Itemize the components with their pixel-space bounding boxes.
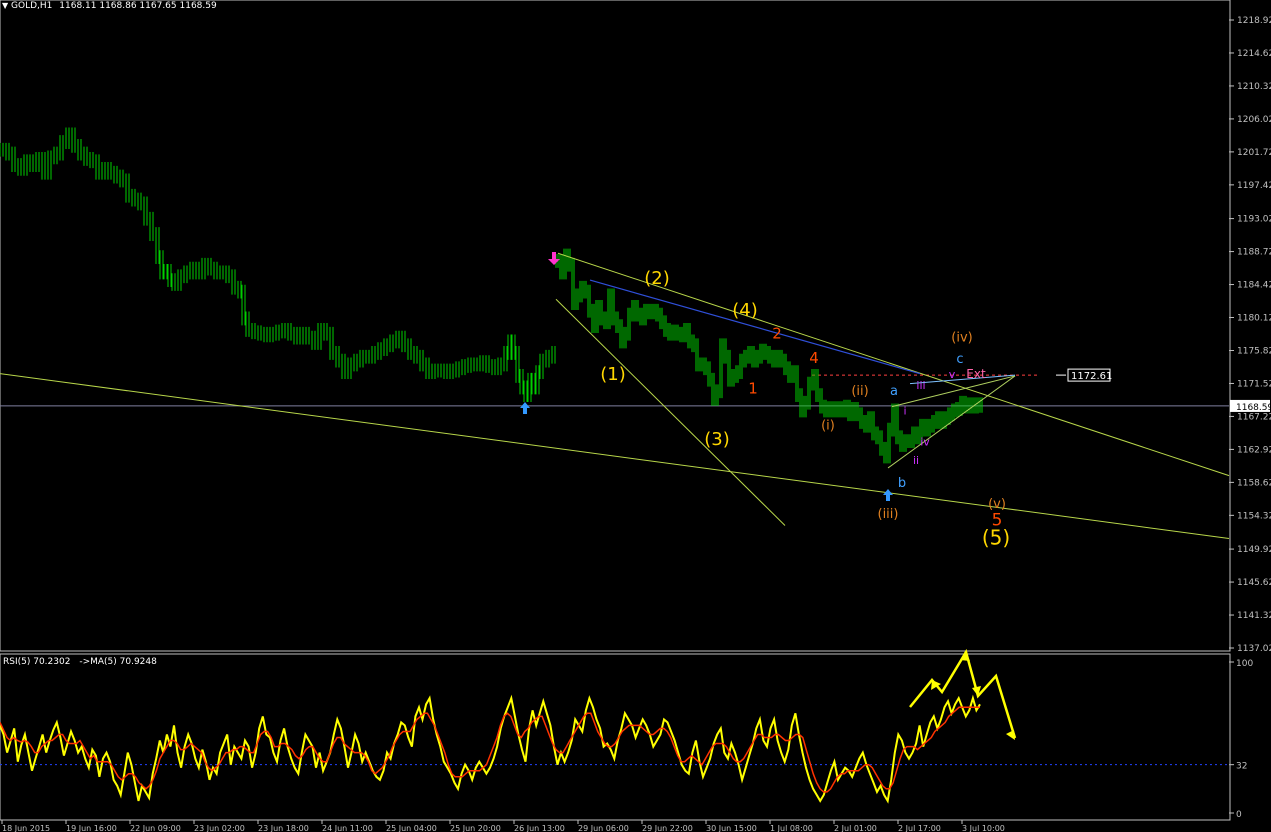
time-axis-label: 19 Jun 16:00 xyxy=(66,824,117,832)
wave-label: 2 xyxy=(772,324,782,342)
projection-arrows xyxy=(909,648,1017,739)
price-tick-label: 1141.32 xyxy=(1237,611,1271,621)
wave-label: 1 xyxy=(748,380,758,398)
up-arrow-icon xyxy=(883,489,893,501)
price-tick-label: 1162.92 xyxy=(1237,445,1271,455)
chart-window: 1218.92 1214.62 1210.32 1206.02 1201.72 1197.… xyxy=(0,0,1271,832)
arrow-head-icon xyxy=(1006,730,1015,740)
time-axis-label: 25 Jun 04:00 xyxy=(386,824,437,832)
rsi-series-1 xyxy=(0,706,980,793)
rsi-ma-label: ->MA(5) 70.9248 xyxy=(79,657,157,667)
time-axis-label: 30 Jun 15:00 xyxy=(706,824,757,832)
wave-label: a xyxy=(890,384,898,399)
price-tick-label: 1188.72 xyxy=(1237,248,1271,258)
price-tick-label: 1214.62 xyxy=(1237,49,1271,59)
price-tick-label: 1158.62 xyxy=(1237,478,1271,488)
current-price-label: 1168.59 xyxy=(1236,403,1271,413)
price-panel-border xyxy=(0,0,1231,652)
long-trendline xyxy=(0,373,1230,539)
time-axis-label: 26 Jun 13:00 xyxy=(514,824,565,832)
price-tick-label: 1210.32 xyxy=(1237,82,1271,92)
time-axis-label: 29 Jun 06:00 xyxy=(578,824,629,832)
time-axis-label: 3 Jul 10:00 xyxy=(962,824,1005,832)
wave-label: i xyxy=(903,404,906,417)
price-tick-label: 1197.42 xyxy=(1237,181,1271,191)
time-axis-label: 25 Jun 20:00 xyxy=(450,824,501,832)
symbol-label: GOLD,H1 xyxy=(11,1,53,11)
price-tick-label: 1167.22 xyxy=(1237,412,1271,422)
price-tick-label: 1171.52 xyxy=(1237,379,1271,389)
rsi-label: RSI(5) 70.2302 xyxy=(3,657,71,667)
wave-label: iii xyxy=(916,379,925,392)
blue-channel-line xyxy=(589,279,921,375)
time-axis-label: 24 Jun 11:00 xyxy=(322,824,373,832)
wave-label: 4 xyxy=(809,349,819,367)
price-tick-label: 1175.82 xyxy=(1237,346,1271,356)
wave-label: Ext xyxy=(966,367,986,381)
rsi-tick-label: 0 xyxy=(1236,810,1242,820)
price-tick-label: 1149.92 xyxy=(1237,545,1271,555)
wave-label: b xyxy=(898,476,906,491)
time-axis-label: 2 Jul 01:00 xyxy=(834,824,877,832)
chart-canvas: 1218.92 1214.62 1210.32 1206.02 1201.72 1197.… xyxy=(0,0,1271,832)
wave-label: (1) xyxy=(600,364,626,385)
price-tick-label: 1184.42 xyxy=(1237,281,1271,291)
wave-label: (iii) xyxy=(878,507,899,522)
time-axis-label: 23 Jun 18:00 xyxy=(258,824,309,832)
triangle-lower-line xyxy=(887,375,1016,469)
time-axis-label: 22 Jun 09:00 xyxy=(130,824,181,832)
price-tick-label: 1193.02 xyxy=(1237,215,1271,225)
dropdown-triangle-icon[interactable]: ▼ xyxy=(2,1,8,10)
rsi-tick-label: 100 xyxy=(1236,659,1253,669)
symbol-header: ▼ GOLD,H1 1168.11 1168.86 1167.65 1168.5… xyxy=(2,1,217,11)
time-axis-label: 2 Jul 17:00 xyxy=(898,824,941,832)
price-tick-label: 1137.02 xyxy=(1237,644,1271,654)
wave-label: iv xyxy=(920,436,930,449)
wave-label: (v) xyxy=(988,497,1006,512)
price-tick-label: 1154.32 xyxy=(1237,511,1271,521)
price-tick-label: 1180.12 xyxy=(1237,314,1271,324)
wave-label: (3) xyxy=(704,429,730,450)
wave-label: (iv) xyxy=(951,330,972,345)
time-axis-label: 1 Jul 08:00 xyxy=(770,824,813,832)
price-tick-label: 1201.72 xyxy=(1237,148,1271,158)
up-arrow-icon xyxy=(520,402,530,414)
wave-label: (i) xyxy=(821,419,835,434)
wave-label: (ii) xyxy=(851,384,868,399)
wave-label: (4) xyxy=(732,300,758,321)
ohlc-values: 1168.11 1168.86 1167.65 1168.59 xyxy=(59,1,217,11)
wave-label: c xyxy=(956,352,963,367)
price-tick-label: 1206.02 xyxy=(1237,115,1271,125)
extension-price-label: 1172.61 xyxy=(1071,371,1112,382)
time-axis-label: 18 Jun 2015 xyxy=(2,824,50,832)
wave-label: (2) xyxy=(644,268,670,289)
price-tick-label: 1145.62 xyxy=(1237,578,1271,588)
time-axis-label: 23 Jun 02:00 xyxy=(194,824,245,832)
wave-label: ii xyxy=(913,454,919,467)
rsi-tick-label: 32 xyxy=(1236,762,1247,772)
rsi-header: RSI(5) 70.2302 ->MA(5) 70.9248 xyxy=(3,657,157,667)
price-tick-label: 1218.92 xyxy=(1237,16,1271,26)
wave-label: 5 xyxy=(992,510,1003,530)
time-axis-label: 29 Jun 22:00 xyxy=(642,824,693,832)
rsi-panel-border xyxy=(0,653,1231,821)
wave-label: v xyxy=(949,368,956,381)
